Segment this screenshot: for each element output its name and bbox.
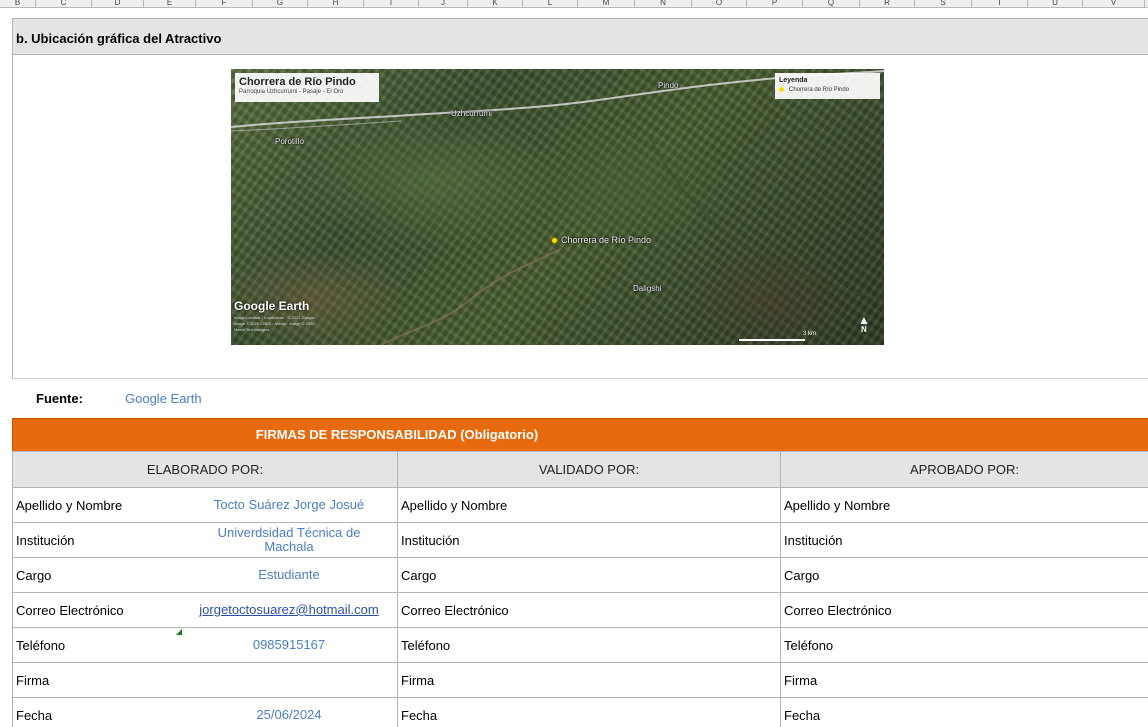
field-label: Fecha <box>16 707 53 723</box>
field-label: Institución <box>16 532 75 548</box>
section-title: b. Ubicación gráfica del Atractivo <box>16 31 222 46</box>
fuente-value[interactable]: Google Earth <box>125 391 202 406</box>
field-value: 25/06/2024 <box>256 707 322 722</box>
validado-cell[interactable]: Apellido y Nombre <box>397 487 781 523</box>
field-label: Teléfono <box>16 637 66 653</box>
column-header-f[interactable]: F <box>196 0 253 7</box>
signature-table: ELABORADO POR: VALIDADO POR: APROBADO PO… <box>12 451 1148 727</box>
column-header-d[interactable]: D <box>92 0 144 7</box>
place-label-pindo: Pindo <box>658 81 679 90</box>
map-subtitle: Parroquia Uzhcurrumi - Pasaje - El Oro <box>239 89 344 95</box>
column-header-s[interactable]: S <box>915 0 972 7</box>
aprobado-cell[interactable]: Cargo <box>780 557 1148 593</box>
column-header-u[interactable]: U <box>1028 0 1083 7</box>
column-header-c[interactable]: C <box>36 0 92 7</box>
column-header-r[interactable]: R <box>860 0 915 7</box>
column-header-n[interactable]: N <box>635 0 692 7</box>
table-row: Apellido y Nombre Tocto Suárez Jorge Josu… <box>12 487 1148 523</box>
place-label-daligshi: Daligshi <box>633 284 662 293</box>
header-elaborado[interactable]: ELABORADO POR: <box>12 451 398 488</box>
field-value: Estudiante <box>258 567 320 582</box>
field-value: 0985915167 <box>252 637 326 652</box>
validado-cell[interactable]: Fecha <box>397 697 781 727</box>
elaborado-cell[interactable]: Teléfono 0985915167 <box>12 627 398 663</box>
map-title-box: Chorrera de Río Pindo Parroquia Uzhcurru… <box>235 73 379 102</box>
north-arrow-icon: ▲ N <box>858 313 870 334</box>
aprobado-cell[interactable]: Firma <box>780 662 1148 698</box>
email-link[interactable]: jorgetoctosuarez@hotmail.com <box>181 603 397 617</box>
validado-cell[interactable]: Cargo <box>397 557 781 593</box>
google-earth-logo: Google Earth <box>234 299 310 313</box>
elaborado-cell[interactable]: Correo Electrónico jorgetoctosuarez@hotma… <box>12 592 398 628</box>
place-label-porotillo: Porotillo <box>275 137 304 146</box>
table-row: Cargo Estudiante Cargo Cargo <box>12 557 1148 593</box>
table-row: Teléfono 0985915167 Teléfono Teléfono <box>12 627 1148 663</box>
column-header-v[interactable]: V <box>1083 0 1145 7</box>
field-label: Apellido y Nombre <box>16 497 123 513</box>
table-row: Fecha 25/06/2024 Fecha Fecha <box>12 697 1148 727</box>
column-header-m[interactable]: M <box>578 0 635 7</box>
validado-cell[interactable]: Institución <box>397 522 781 558</box>
field-label: Correo Electrónico <box>16 602 124 618</box>
column-header-j[interactable]: J <box>419 0 468 7</box>
section-title-row: b. Ubicación gráfica del Atractivo <box>12 18 1148 55</box>
column-header-b[interactable]: B <box>0 0 36 7</box>
legend-title: Leyenda <box>779 77 808 84</box>
field-value: Tocto Suárez Jorge Josué <box>213 497 365 512</box>
map-credits: Image Landsat / Copernicus · © 2021 Goog… <box>234 315 317 332</box>
elaborado-cell[interactable]: Apellido y Nombre Tocto Suárez Jorge Josu… <box>12 487 398 523</box>
satellite-map-image[interactable]: Chorrera de Río Pindo Parroquia Uzhcurru… <box>231 69 884 345</box>
elaborado-cell[interactable]: Cargo Estudiante <box>12 557 398 593</box>
elaborado-cell[interactable]: Fecha 25/06/2024 <box>12 697 398 727</box>
map-roads <box>231 70 884 345</box>
aprobado-cell[interactable]: Teléfono <box>780 627 1148 663</box>
header-validado[interactable]: VALIDADO POR: <box>397 451 781 488</box>
firmas-header: FIRMAS DE RESPONSABILIDAD (Obligatorio) <box>12 418 1148 451</box>
scale-label: 3 km <box>803 331 817 337</box>
table-row: Institución Univerdsidad Técnica de Macha… <box>12 522 1148 558</box>
validado-cell[interactable]: Firma <box>397 662 781 698</box>
validado-cell[interactable]: Teléfono <box>397 627 781 663</box>
validado-cell[interactable]: Correo Electrónico <box>397 592 781 628</box>
column-header-g[interactable]: G <box>253 0 308 7</box>
table-header-row: ELABORADO POR: VALIDADO POR: APROBADO PO… <box>12 451 1148 488</box>
field-label: Cargo <box>16 567 52 583</box>
map-legend: Leyenda Chorrera de Río Pindo <box>775 73 880 99</box>
aprobado-cell[interactable]: Institución <box>780 522 1148 558</box>
place-label-chorrera: Chorrera de Río Pindo <box>561 235 652 245</box>
field-value: Univerdsidad Técnica de Machala <box>217 525 361 554</box>
legend-item: Chorrera de Río Pindo <box>779 85 876 95</box>
column-header-p[interactable]: P <box>747 0 803 7</box>
map-marker-icon[interactable] <box>551 237 558 244</box>
column-header-k[interactable]: K <box>468 0 523 7</box>
aprobado-cell[interactable]: Fecha <box>780 697 1148 727</box>
header-aprobado[interactable]: APROBADO POR: <box>780 451 1148 488</box>
column-header-l[interactable]: L <box>523 0 578 7</box>
map-title: Chorrera de Río Pindo <box>239 76 356 88</box>
table-row: Firma Firma Firma <box>12 662 1148 698</box>
column-header-i[interactable]: I <box>364 0 419 7</box>
column-header-strip: BCDEFGHIJKLMNOPQRSTUV <box>0 0 1148 8</box>
table-row: Correo Electrónico jorgetoctosuarez@hotma… <box>12 592 1148 628</box>
place-label-uzhcurrumi: Uzhcurrumi <box>451 109 492 118</box>
column-header-h[interactable]: H <box>308 0 364 7</box>
legend-marker-icon <box>779 86 784 92</box>
comment-indicator-icon <box>176 629 182 635</box>
column-header-q[interactable]: Q <box>803 0 860 7</box>
column-header-t[interactable]: T <box>972 0 1028 7</box>
aprobado-cell[interactable]: Correo Electrónico <box>780 592 1148 628</box>
aprobado-cell[interactable]: Apellido y Nombre <box>780 487 1148 523</box>
column-header-o[interactable]: O <box>692 0 747 7</box>
field-label: Firma <box>16 672 50 688</box>
elaborado-cell[interactable]: Firma <box>12 662 398 698</box>
fuente-label: Fuente: <box>36 391 83 406</box>
elaborado-cell[interactable]: Institución Univerdsidad Técnica de Macha… <box>12 522 398 558</box>
scale-bar <box>739 339 805 341</box>
firmas-title: FIRMAS DE RESPONSABILIDAD (Obligatorio) <box>255 427 539 442</box>
column-header-e[interactable]: E <box>144 0 196 7</box>
